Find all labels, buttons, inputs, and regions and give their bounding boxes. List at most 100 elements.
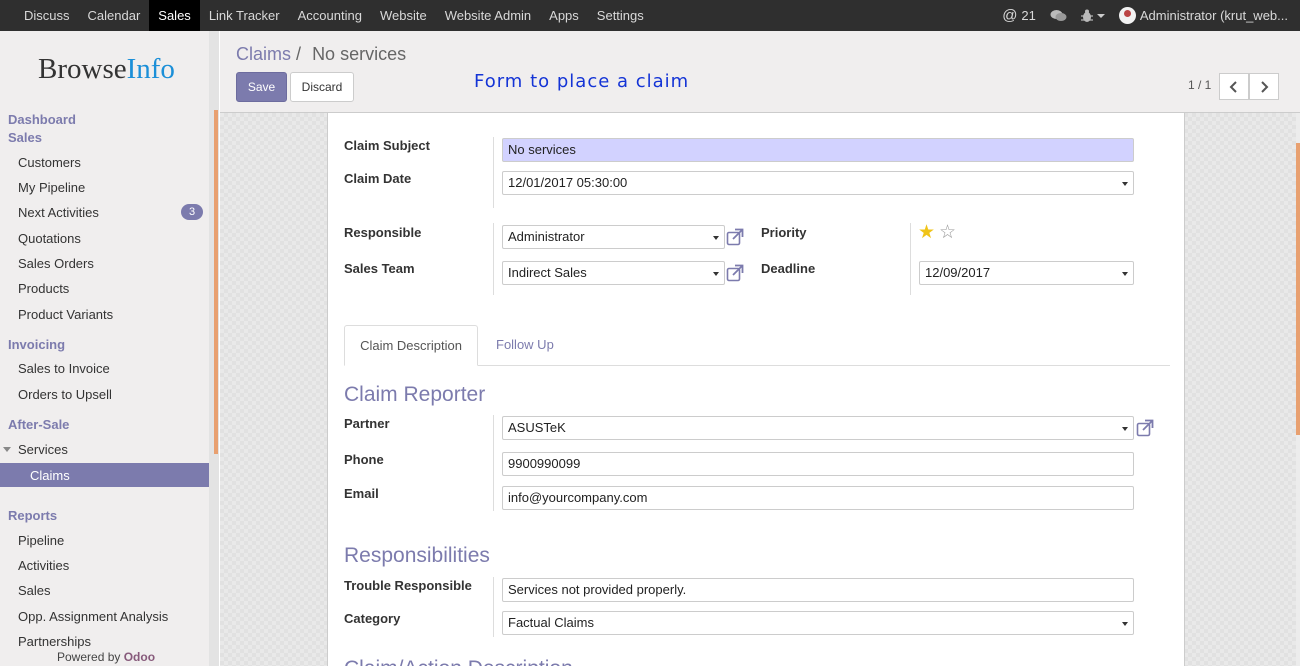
claim-date-label: Claim Date [344, 171, 412, 186]
category-label: Category [344, 611, 401, 626]
sidebar-section-invoicing: Invoicing [8, 337, 66, 352]
email-label: Email [344, 486, 379, 501]
menu-settings[interactable]: Settings [588, 0, 653, 31]
sidebar-item-sales-orders[interactable]: Sales Orders [18, 256, 94, 271]
sidebar-item-sales-report[interactable]: Sales [18, 583, 51, 598]
divider [910, 223, 911, 295]
sidebar-section-after-sale: After-Sale [8, 417, 70, 432]
sidebar-item-customers[interactable]: Customers [18, 155, 81, 170]
form-view: Claim Subject No services Claim Date 12/… [220, 113, 1300, 666]
divider [493, 137, 494, 208]
chevron-right-icon [1261, 81, 1269, 93]
menu-sales[interactable]: Sales [149, 0, 200, 31]
menu-link-tracker[interactable]: Link Tracker [200, 0, 289, 31]
menu-calendar[interactable]: Calendar [79, 0, 150, 31]
menu-discuss[interactable]: Discuss [15, 0, 79, 31]
divider [493, 415, 494, 511]
sidebar-section-reports: Reports [8, 508, 58, 523]
control-panel: Claims / No services Save Discard Form t… [220, 31, 1300, 113]
claim-subject-input[interactable]: No services [502, 138, 1134, 162]
responsible-label: Responsible [344, 225, 422, 240]
save-button[interactable]: Save [236, 72, 287, 102]
star-empty-icon[interactable]: ☆ [939, 223, 956, 242]
sidebar-item-activities[interactable]: Activities [18, 558, 69, 573]
systray: @ 21 Administrator (krut_web... [1002, 0, 1288, 31]
divider [493, 223, 494, 295]
sidebar-item-products[interactable]: Products [18, 281, 69, 296]
sidebar-item-services[interactable]: Services [18, 442, 68, 457]
sidebar-section-sales: Sales [8, 130, 42, 145]
external-link-icon[interactable] [1136, 419, 1154, 437]
mentions-button[interactable]: @ 21 [1002, 7, 1036, 24]
menu-accounting[interactable]: Accounting [289, 0, 371, 31]
sidebar-item-quotations[interactable]: Quotations [18, 231, 81, 246]
at-icon: @ [1002, 7, 1018, 24]
avatar [1118, 7, 1136, 24]
expand-triangle-icon[interactable] [3, 447, 11, 452]
chevron-down-icon[interactable] [713, 236, 719, 240]
sidebar-item-pipeline[interactable]: Pipeline [18, 533, 64, 548]
priority-label: Priority [761, 225, 807, 240]
sidebar-scrollbar[interactable] [209, 31, 219, 666]
pager-previous-button[interactable] [1219, 73, 1249, 100]
sidebar-item-next-activities[interactable]: Next Activities [18, 205, 99, 220]
trouble-responsible-label: Trouble Responsible [344, 578, 472, 593]
chevron-down-icon[interactable] [1122, 272, 1128, 276]
form-scrollbar[interactable] [1296, 113, 1300, 666]
messages-button[interactable] [1050, 9, 1067, 23]
sales-team-label: Sales Team [344, 261, 415, 276]
claim-action-heading: Claim/Action Description [344, 657, 573, 666]
sidebar-item-opp-assignment[interactable]: Opp. Assignment Analysis [18, 609, 168, 624]
discard-button[interactable]: Discard [290, 72, 354, 102]
star-filled-icon[interactable]: ★ [918, 223, 935, 242]
menu-website-admin[interactable]: Website Admin [436, 0, 540, 31]
debug-button[interactable] [1080, 9, 1105, 23]
annotation-text: Form to place a claim [474, 71, 690, 92]
tab-claim-description[interactable]: Claim Description [344, 325, 478, 366]
sidebar-item-claims[interactable]: Claims [0, 463, 209, 487]
pager-next-button[interactable] [1249, 73, 1279, 100]
sidebar-item-my-pipeline[interactable]: My Pipeline [18, 180, 85, 195]
category-select[interactable]: Factual Claims [502, 611, 1134, 635]
responsible-select[interactable]: Administrator [502, 225, 725, 249]
phone-input[interactable]: 9900990099 [502, 452, 1134, 476]
sidebar-item-partnerships[interactable]: Partnerships [18, 634, 91, 649]
chevron-left-icon [1229, 81, 1237, 93]
chevron-down-icon [1096, 13, 1105, 18]
sidebar: BrowseInfo Dashboard Sales Customers My … [0, 31, 219, 666]
form-sheet: Claim Subject No services Claim Date 12/… [327, 113, 1185, 666]
user-menu[interactable]: Administrator (krut_web... [1118, 7, 1288, 24]
sidebar-section-dashboard[interactable]: Dashboard [8, 112, 76, 127]
sidebar-item-orders-to-upsell[interactable]: Orders to Upsell [18, 387, 112, 402]
tab-follow-up[interactable]: Follow Up [496, 325, 554, 366]
sidebar-item-product-variants[interactable]: Product Variants [18, 307, 113, 322]
chevron-down-icon[interactable] [1122, 427, 1128, 431]
chevron-down-icon[interactable] [1122, 622, 1128, 626]
sidebar-scroll-thumb[interactable] [214, 110, 218, 454]
external-link-icon[interactable] [726, 228, 744, 246]
company-logo: BrowseInfo [38, 53, 175, 85]
chat-bubbles-icon [1050, 9, 1067, 21]
external-link-icon[interactable] [726, 264, 744, 282]
trouble-responsible-input[interactable]: Services not provided properly. [502, 578, 1134, 602]
menu-apps[interactable]: Apps [540, 0, 588, 31]
powered-by[interactable]: Powered by Odoo [57, 650, 155, 664]
phone-label: Phone [344, 452, 384, 467]
menu-website[interactable]: Website [371, 0, 436, 31]
sales-team-select[interactable]: Indirect Sales [502, 261, 725, 285]
sidebar-item-sales-to-invoice[interactable]: Sales to Invoice [18, 361, 110, 376]
deadline-input[interactable]: 12/09/2017 [919, 261, 1134, 285]
app-menu: Discuss Calendar Sales Link Tracker Acco… [15, 0, 653, 31]
mentions-count: 21 [1021, 8, 1036, 23]
chevron-down-icon[interactable] [1122, 182, 1128, 186]
email-input[interactable]: info@yourcompany.com [502, 486, 1134, 510]
pager-value[interactable]: 1 / 1 [1188, 78, 1211, 92]
claim-date-input[interactable]: 12/01/2017 05:30:00 [502, 171, 1134, 195]
form-scroll-thumb[interactable] [1296, 143, 1300, 435]
partner-label: Partner [344, 416, 390, 431]
breadcrumb-claims[interactable]: Claims [236, 44, 291, 64]
chevron-down-icon[interactable] [713, 272, 719, 276]
deadline-label: Deadline [761, 261, 816, 276]
partner-select[interactable]: ASUSTeK [502, 416, 1134, 440]
claim-reporter-heading: Claim Reporter [344, 383, 486, 406]
